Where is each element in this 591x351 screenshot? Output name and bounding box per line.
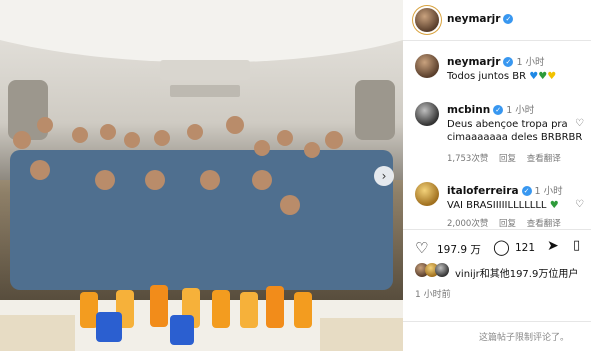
like-heart-icon[interactable]: ♡ <box>415 239 428 257</box>
divider <box>403 321 591 322</box>
comment-text-line1: Deus abençoe tropa pra <box>447 119 568 130</box>
comment-likes[interactable]: 1,753次赞 <box>447 154 488 164</box>
green-heart-icon: ♥ <box>538 71 548 82</box>
comment-username[interactable]: italoferreira <box>447 185 519 197</box>
green-heart-icon: ♥ <box>549 200 559 211</box>
comment-text-line2: cimaaaaaaa deles BRBRBR <box>447 132 583 143</box>
caption-text: Todos juntos BR <box>447 71 527 82</box>
avatar[interactable] <box>415 182 439 206</box>
caption-username[interactable]: neymarjr <box>447 56 500 68</box>
comment-likes[interactable]: 2,000次赞 <box>447 219 488 229</box>
share-icon[interactable]: ➤ <box>547 238 559 254</box>
comment-icon[interactable]: ◯ <box>493 238 510 256</box>
reply-button[interactable]: 回复 <box>499 154 516 164</box>
team-photo-illustration <box>0 0 403 351</box>
translate-button[interactable]: 查看翻译 <box>527 154 561 164</box>
comment-text-line1: VAI BRASIIIIILLLLLLL <box>447 200 547 211</box>
avatar <box>435 263 449 277</box>
comment-header: italoferreira ✓ 1 小时 <box>447 183 563 197</box>
comments-count: 121 <box>515 242 536 254</box>
verified-icon: ✓ <box>493 105 504 115</box>
chevron-right-icon: › <box>381 169 387 183</box>
translate-button[interactable]: 查看翻译 <box>527 219 561 229</box>
comment-header: mcbinn ✓ 1 小时 <box>447 102 534 116</box>
avatar[interactable] <box>415 54 439 78</box>
bookmark-icon[interactable]: ▯ <box>573 238 580 253</box>
next-image-button[interactable]: › <box>374 166 394 186</box>
post-side-panel: neymarjr ✓ neymarjr ✓ 1 小时 Todos juntos BR … <box>403 0 591 351</box>
caption-header: neymarjr ✓ 1 小时 <box>447 54 545 68</box>
blue-heart-icon: ♥ <box>529 71 539 82</box>
liked-by[interactable]: vinijr和其他197.9万位用户 <box>455 265 578 280</box>
likes-count: 197.9 万 <box>437 244 481 256</box>
yellow-heart-icon: ♥ <box>547 71 557 82</box>
post-header: neymarjr ✓ <box>403 0 591 41</box>
heart-icon[interactable]: ♡ <box>575 118 584 129</box>
header-username-row: neymarjr ✓ <box>447 13 514 25</box>
verified-icon: ✓ <box>521 186 532 196</box>
reply-button[interactable]: 回复 <box>499 219 516 229</box>
header-username[interactable]: neymarjr <box>447 13 500 25</box>
comment-time: 1 小时 <box>506 105 535 116</box>
comments-limited-notice: 这篇帖子限制评论了。 <box>479 333 570 343</box>
verified-icon: ✓ <box>503 14 514 24</box>
verified-icon: ✓ <box>503 57 514 67</box>
heart-icon[interactable]: ♡ <box>575 199 584 210</box>
action-bar: ♡ 197.9 万 ◯ 121 ➤ ▯ vinijr和其他197.9万位用户 1… <box>403 229 591 320</box>
avatar[interactable] <box>415 8 439 32</box>
comment-text: Deus abençoe tropa pra cimaaaaaaa deles … <box>447 118 582 144</box>
posted-time: 1 小时前 <box>415 290 451 300</box>
comment-meta: 2,000次赞 回复 查看翻译 <box>447 217 561 229</box>
comment-text-row: VAI BRASIIIIILLLLLLL ♥ <box>447 199 559 212</box>
caption-text-row: Todos juntos BR ♥♥♥ <box>447 70 556 83</box>
post-photo: › <box>0 0 403 351</box>
comment-username[interactable]: mcbinn <box>447 104 490 116</box>
caption-time: 1 小时 <box>516 57 545 68</box>
avatar[interactable] <box>415 102 439 126</box>
comment-time: 1 小时 <box>534 186 563 197</box>
comment-meta: 1,753次赞 回复 查看翻译 <box>447 152 561 164</box>
